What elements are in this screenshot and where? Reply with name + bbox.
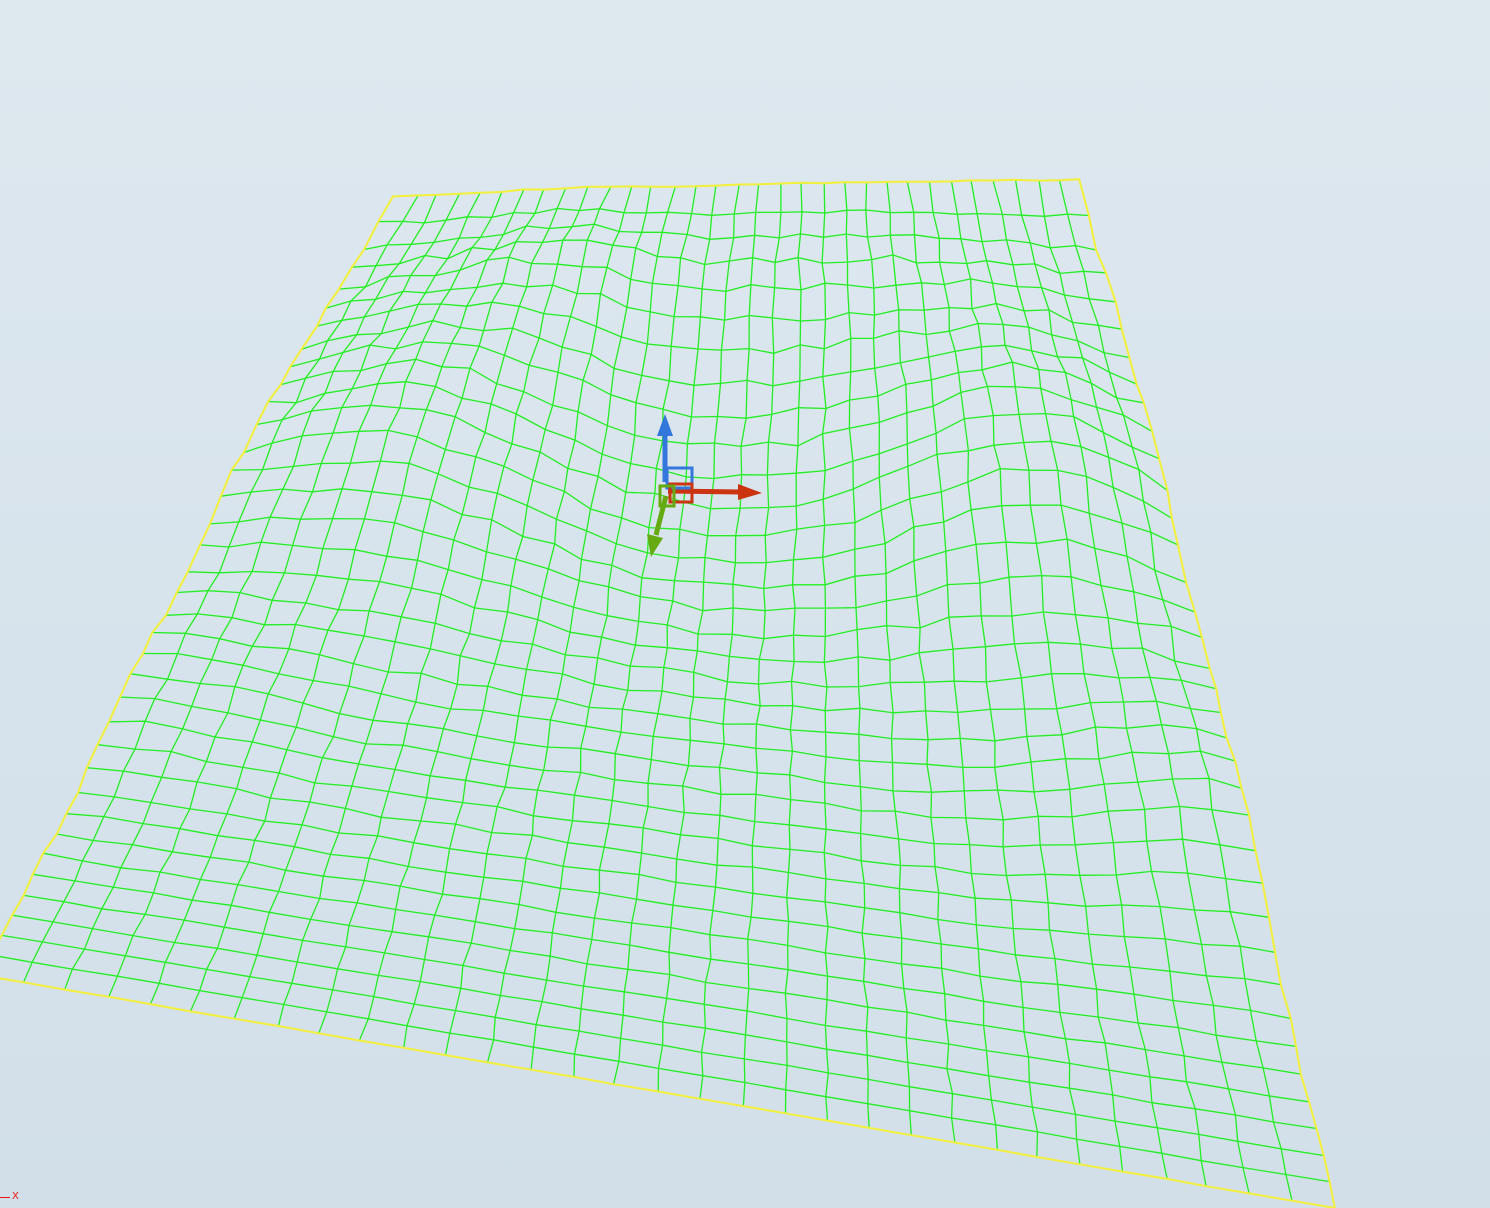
mesh-row-line (12, 914, 1317, 1130)
z-axis-arrowhead-icon[interactable] (657, 414, 673, 436)
scene-canvas[interactable] (0, 0, 1490, 1208)
mesh-column-line (149, 192, 481, 1005)
mesh-row-line (280, 358, 1153, 448)
mesh-column-line (1038, 180, 1250, 1194)
mesh-row-line (301, 319, 1137, 387)
mesh-row-line (200, 541, 1203, 640)
mesh-column-line (821, 183, 829, 1121)
mesh-column-line (530, 186, 676, 1070)
mesh-column-line (886, 181, 956, 1143)
mesh-column-line (657, 184, 740, 1092)
3d-viewport[interactable] (0, 0, 1490, 1208)
mesh-column-line (612, 185, 717, 1085)
mesh-row-line (392, 178, 1080, 198)
mesh-column-line (784, 182, 803, 1114)
mesh-column-line (486, 186, 652, 1063)
x-axis-label: X (12, 1191, 19, 1202)
mesh-column-line (23, 195, 419, 983)
mesh-row-line (0, 955, 1330, 1183)
mesh-row-line (187, 570, 1210, 670)
x-axis-arrow[interactable] (667, 488, 741, 495)
mesh-column-line (573, 186, 697, 1077)
x-axis-arrowhead-icon[interactable] (738, 484, 762, 500)
x-axis-line-icon (0, 1196, 10, 1198)
mesh-row-line (209, 516, 1196, 613)
terrain-wireframe-mesh (0, 178, 1336, 1208)
mesh-row-line (56, 833, 1291, 1020)
mesh-column-line (277, 189, 545, 1027)
mesh-column-line (844, 182, 870, 1128)
mesh-boundary (0, 178, 1336, 1208)
mesh-column-line (444, 186, 633, 1056)
mesh-column-line (992, 180, 1168, 1180)
mesh-column-line (950, 181, 1081, 1165)
axis-indicator: X (0, 1192, 19, 1202)
mesh-row-line (231, 460, 1179, 564)
mesh-column-line (1058, 180, 1293, 1201)
mesh-row-line (176, 590, 1217, 690)
mesh-column-line (64, 194, 437, 990)
mesh-column-line (0, 196, 394, 940)
